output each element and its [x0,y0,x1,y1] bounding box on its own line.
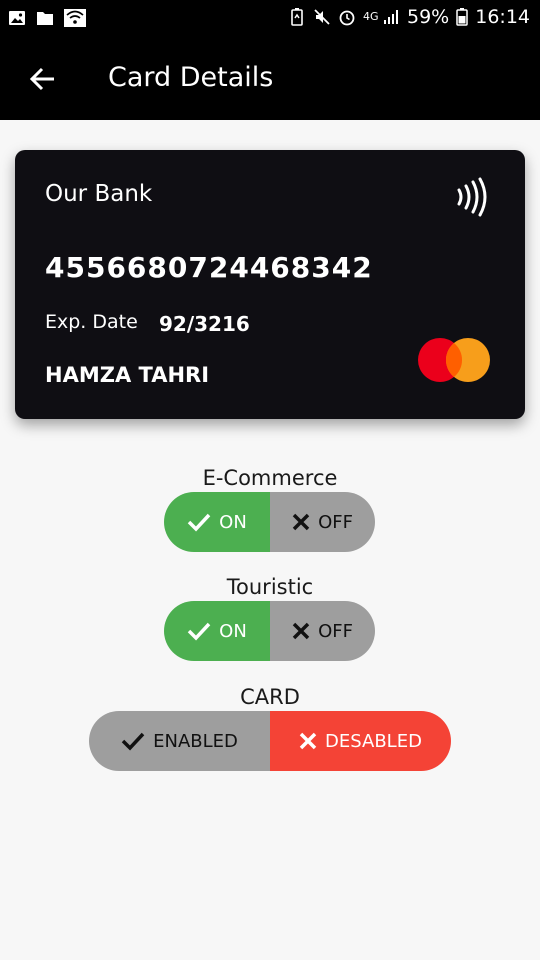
wifi-icon [64,9,86,27]
mute-icon [314,9,330,25]
card-holder-name: HAMZA TAHRI [45,363,210,387]
ecommerce-off-button[interactable]: OFF [270,492,375,552]
card-state-label: CARD [240,685,300,709]
folder-icon [37,12,53,25]
card-disabled-label: DESABLED [325,730,422,752]
card-disabled-button[interactable]: DESABLED [270,711,451,771]
status-right: 4G 59% 16:14 [288,6,530,28]
signal-icon [384,10,398,24]
expiry-label: Exp. Date [45,311,138,333]
mastercard-logo [418,338,490,382]
close-icon [292,622,310,640]
page-title: Card Details [108,62,274,93]
check-icon [187,622,211,641]
network-type: 4G [363,10,379,23]
card-enabled-button[interactable]: ENABLED [89,711,270,771]
check-icon [121,732,145,751]
image-icon [9,11,25,25]
battery-icon [456,8,468,26]
nfc-icon [457,177,487,217]
clock: 16:14 [475,6,530,28]
back-button[interactable] [24,60,62,98]
ecommerce-off-label: OFF [318,511,353,533]
ecommerce-on-button[interactable]: ON [164,492,270,552]
card-state-toggle: ENABLED DESABLED [89,711,451,771]
touristic-toggle: ON OFF [164,601,375,661]
touristic-on-button[interactable]: ON [164,601,270,661]
alarm-icon [339,10,355,26]
bank-card: Our Bank 4556680724468342 Exp. Date 92/3… [15,150,525,419]
arrow-left-icon [29,67,54,91]
ecommerce-on-label: ON [219,511,247,533]
ecommerce-toggle: ON OFF [164,492,375,552]
close-icon [292,513,310,531]
touristic-off-label: OFF [318,620,353,642]
bank-name: Our Bank [45,181,153,207]
app-bar: Card Details [0,38,540,120]
ecommerce-label: E-Commerce [202,466,338,490]
touristic-label: Touristic [226,575,314,599]
card-number: 4556680724468342 [45,251,373,284]
touristic-on-label: ON [219,620,247,642]
check-icon [187,513,211,532]
touristic-off-button[interactable]: OFF [270,601,375,661]
status-left-icons [8,9,86,27]
battery-percent: 59% [407,6,450,28]
card-enabled-label: ENABLED [153,730,238,752]
expiry-value: 92/3216 [159,312,250,336]
status-bar: 4G 59% 16:14 [0,0,540,38]
battery-saver-icon [291,8,303,26]
close-icon [299,732,317,750]
